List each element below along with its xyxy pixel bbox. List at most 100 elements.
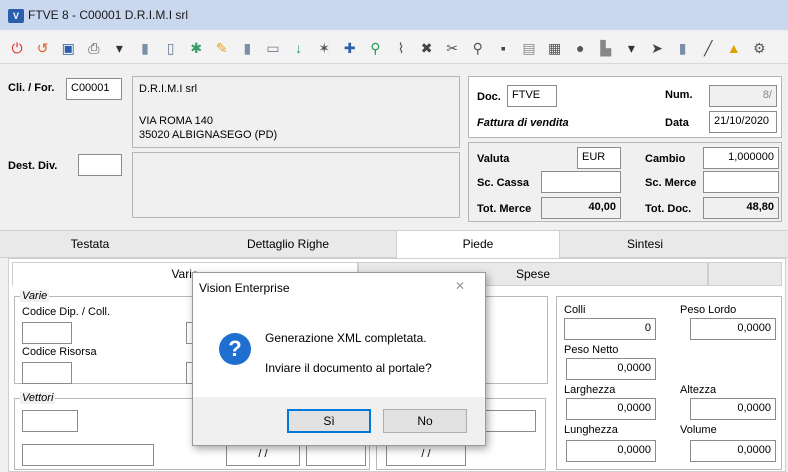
sc-cassa-field[interactable] [541, 171, 621, 193]
dialog-message-1: Generazione XML completata. [265, 331, 427, 345]
app-icon: V [8, 9, 24, 23]
print-icon[interactable]: ⎙ [85, 39, 103, 57]
settings-icon[interactable]: ✱ [187, 39, 205, 57]
preview-icon[interactable]: ▯ [162, 39, 180, 57]
copy-icon[interactable]: ▭ [264, 39, 282, 57]
address-line2: 35020 ALBIGNASEGO (PD) [139, 129, 278, 141]
vettore-time-field[interactable] [306, 444, 366, 466]
valuta-field[interactable]: EUR [577, 147, 621, 169]
tot-merce-field: 40,00 [541, 197, 621, 219]
cli-code-field[interactable]: C00001 [66, 78, 122, 100]
date-field[interactable]: 21/10/2020 [709, 111, 777, 133]
vettore1-field[interactable] [22, 410, 78, 432]
larghezza-label: Larghezza [564, 384, 616, 396]
cli-label: Cli. / For. [8, 82, 55, 94]
data-label: Data [665, 117, 689, 129]
truck-icon[interactable]: ▪ [494, 39, 512, 57]
totals-panel: Valuta EUR Cambio 1,000000 Sc. Cassa Sc.… [468, 142, 782, 222]
colli-label: Colli [564, 304, 586, 316]
cut-icon[interactable]: ✂ [443, 39, 461, 57]
tab-dettaglio-righe[interactable]: Dettaglio Righe [180, 231, 396, 259]
dialog-title: Vision Enterprise [199, 281, 290, 295]
vettore-date-field[interactable]: / / [226, 444, 300, 466]
delete-icon[interactable]: ✖ [418, 39, 436, 57]
varie-group-label: Varie [20, 290, 50, 302]
stack-icon[interactable]: ▙ [597, 39, 615, 57]
sc-merce-label: Sc. Merce [645, 177, 697, 189]
confirm-dialog: Vision Enterprise ✕ ? Generazione XML co… [192, 272, 486, 446]
no-button[interactable]: No [383, 409, 467, 433]
sc-merce-field[interactable] [703, 171, 779, 193]
dropdown-icon[interactable]: ▾ [110, 39, 128, 57]
peso-netto-field[interactable]: 0,0000 [566, 358, 656, 380]
company-name: D.R.I.M.I srl [139, 83, 198, 95]
download-icon[interactable]: ↓ [290, 39, 308, 57]
puzzle-icon[interactable]: ✚ [341, 39, 359, 57]
report-icon[interactable]: ▦ [546, 39, 564, 57]
save-icon[interactable]: ▣ [59, 39, 77, 57]
tot-doc-label: Tot. Doc. [645, 203, 692, 215]
gear-icon[interactable]: ⚙ [750, 39, 768, 57]
address-line1: VIA ROMA 140 [139, 115, 213, 127]
clip-icon[interactable]: ⌇ [392, 39, 410, 57]
tot-doc-field: 48,80 [703, 197, 779, 219]
lunghezza-label: Lunghezza [564, 424, 618, 436]
refresh-icon[interactable]: ↺ [34, 39, 52, 57]
tab-testata[interactable]: Testata [0, 231, 180, 259]
peso-lordo-field[interactable]: 0,0000 [690, 318, 776, 340]
altezza-field[interactable]: 0,0000 [690, 398, 776, 420]
colli-field[interactable]: 0 [564, 318, 656, 340]
codice-dip-label: Codice Dip. / Coll. [22, 306, 111, 318]
edit-icon[interactable]: ✎ [213, 39, 231, 57]
dialog-message-2: Inviare il documento al portale? [265, 361, 432, 375]
lunghezza-field[interactable]: 0,0000 [566, 440, 656, 462]
question-icon: ? [219, 333, 251, 365]
codice-risorsa-field[interactable] [22, 362, 72, 384]
doc-panel: Doc. FTVE Fattura di vendita Num. 8/ Dat… [468, 76, 782, 138]
close-icon[interactable]: ✕ [455, 279, 465, 293]
vettori-group-label: Vettori [20, 392, 56, 404]
vettore2-field[interactable] [22, 444, 154, 466]
altezza-label: Altezza [680, 384, 717, 396]
window-titlebar: V FTVE 8 - C00001 D.R.I.M.I srl [0, 0, 788, 30]
num-field[interactable]: 8/ [709, 85, 777, 107]
volume-field[interactable]: 0,0000 [690, 440, 776, 462]
tot-merce-label: Tot. Merce [477, 203, 532, 215]
subtab-extra[interactable] [708, 262, 782, 286]
link-icon[interactable]: ⚲ [366, 39, 384, 57]
doc-description: Fattura di vendita [477, 117, 569, 129]
arrow-right-icon[interactable]: ➤ [648, 39, 666, 57]
codice-risorsa-label: Codice Risorsa [22, 346, 97, 358]
search-icon[interactable]: ⚲ [469, 39, 487, 57]
yes-button[interactable]: Sì [287, 409, 371, 433]
pen-icon[interactable]: ╱ [699, 39, 717, 57]
star-icon[interactable]: ✶ [315, 39, 333, 57]
doc-type-field[interactable]: FTVE [507, 85, 557, 107]
doc-label: Doc. [477, 91, 501, 103]
warning-icon[interactable]: ▲ [725, 39, 743, 57]
list-icon[interactable]: ▮ [238, 39, 256, 57]
codice-dip-field[interactable] [22, 322, 72, 344]
window-title: FTVE 8 - C00001 D.R.I.M.I srl [28, 8, 189, 22]
dest-address-panel [132, 152, 460, 218]
cambio-field[interactable]: 1,000000 [703, 147, 779, 169]
dest-field[interactable] [78, 154, 122, 176]
doc-icon[interactable]: ▮ [136, 39, 154, 57]
notes-icon[interactable]: ▤ [520, 39, 538, 57]
toolbar: ⏻ ↺ ▣ ⎙ ▾ ▮ ▯ ✱ ✎ ▮ ▭ ↓ ✶ ✚ ⚲ ⌇ ✖ ✂ ⚲ ▪ ▤ ▦ ● ▙ ▾ ➤ ▮ ╱ ▲ ⚙ [0, 32, 788, 64]
book-icon[interactable]: ▮ [674, 39, 692, 57]
circle-icon[interactable]: ● [571, 39, 589, 57]
volume-label: Volume [680, 424, 717, 436]
dialog-footer: Sì No [193, 397, 485, 445]
tab-piede[interactable]: Piede [396, 231, 560, 260]
tab-sintesi[interactable]: Sintesi [560, 231, 730, 259]
valuta-label: Valuta [477, 153, 510, 165]
larghezza-field[interactable]: 0,0000 [566, 398, 656, 420]
middle-date-field[interactable]: / / [386, 444, 466, 466]
dropdown2-icon[interactable]: ▾ [622, 39, 640, 57]
peso-lordo-label: Peso Lordo [680, 304, 737, 316]
power-icon[interactable]: ⏻ [8, 39, 26, 57]
num-label: Num. [665, 89, 693, 101]
cambio-label: Cambio [645, 153, 686, 165]
sc-cassa-label: Sc. Cassa [477, 177, 529, 189]
